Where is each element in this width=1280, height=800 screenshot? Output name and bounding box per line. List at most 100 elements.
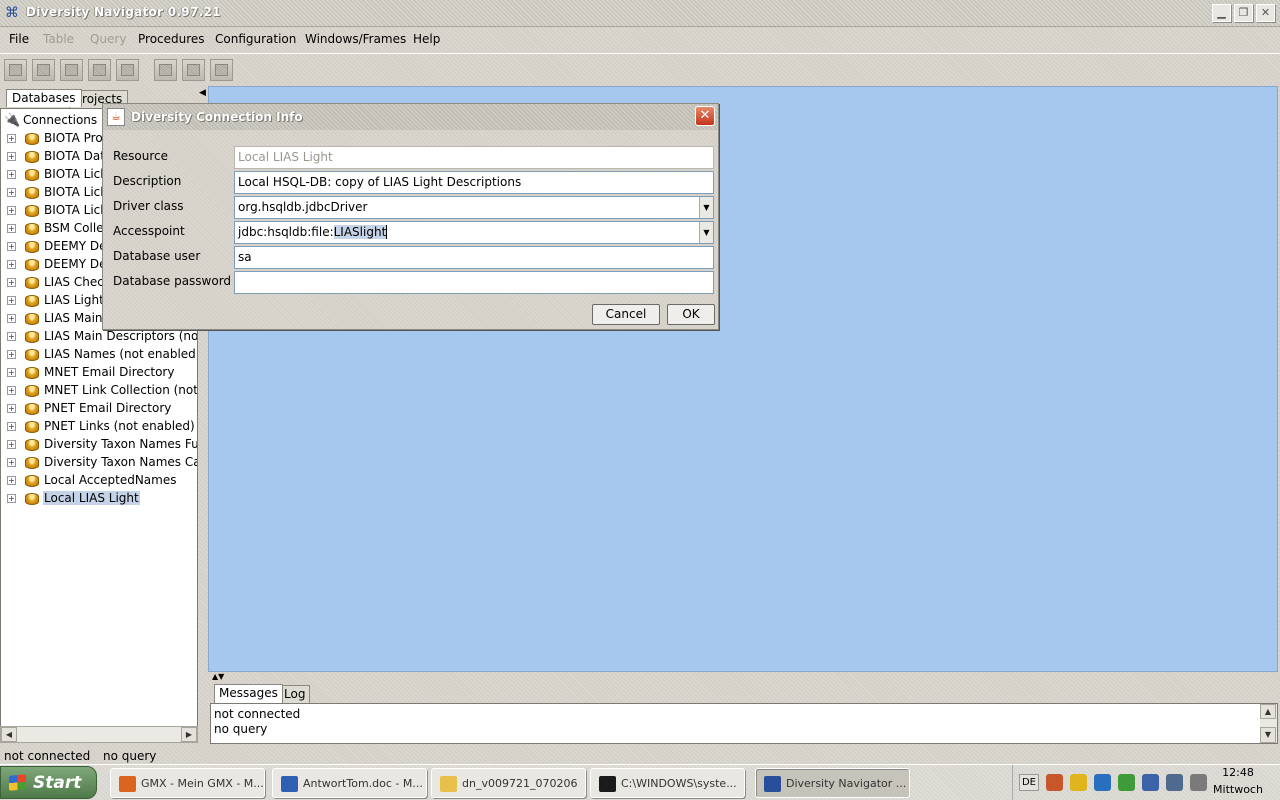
toolbar-button-6[interactable]	[154, 59, 177, 81]
scroll-left-icon[interactable]: ◀	[1, 727, 17, 742]
tree-item-connection[interactable]: + LIAS Main Descriptors (not e	[1, 328, 197, 346]
database-icon	[25, 439, 39, 451]
expand-icon[interactable]: +	[7, 134, 16, 143]
menubar: File Table Query Procedures Configuratio…	[0, 28, 1280, 52]
expand-icon[interactable]: +	[7, 296, 16, 305]
expand-icon[interactable]: +	[7, 152, 16, 161]
message-line: not connected	[214, 707, 301, 721]
taskbar-task[interactable]: dn_v009721_070206	[431, 768, 586, 798]
expand-icon[interactable]: +	[7, 206, 16, 215]
tree-item-connection[interactable]: + LIAS Names (not enabled)	[1, 346, 197, 364]
taskbar-task[interactable]: C:\WINDOWS\syste...	[590, 768, 745, 798]
toolbar-button-2[interactable]	[32, 59, 55, 81]
expand-icon[interactable]: +	[7, 458, 16, 467]
menu-file[interactable]: File	[9, 32, 29, 46]
expand-icon[interactable]: +	[7, 404, 16, 413]
database-user-field[interactable]: sa	[234, 246, 714, 269]
expand-icon[interactable]: +	[7, 440, 16, 449]
menu-windows-frames[interactable]: Windows/Frames	[305, 32, 406, 46]
taskbar-task[interactable]: Diversity Navigator ...	[755, 768, 910, 798]
expand-icon[interactable]: +	[7, 332, 16, 341]
dialog-titlebar[interactable]: ☕ Diversity Connection Info ✕	[103, 104, 718, 130]
toolbar-button-1[interactable]	[4, 59, 27, 81]
toolbar-button-3[interactable]	[60, 59, 83, 81]
expand-icon[interactable]: +	[7, 170, 16, 179]
taskbar-task[interactable]: AntwortTom.doc - M...	[272, 768, 427, 798]
driver-class-combobox[interactable]: org.hsqldb.jdbcDriver ▼	[234, 196, 714, 219]
tree-item-connection[interactable]: + MNET Email Directory	[1, 364, 197, 382]
accesspoint-value-selected: LIASlight	[333, 225, 387, 239]
monitor-icon[interactable]	[1166, 774, 1183, 791]
expand-icon[interactable]: +	[7, 476, 16, 485]
driver-class-value: org.hsqldb.jdbcDriver	[238, 200, 368, 214]
toolbar-button-7[interactable]	[182, 59, 205, 81]
clock[interactable]: 12:48 Mittwoch	[1208, 766, 1268, 796]
expand-icon[interactable]: +	[7, 314, 16, 323]
tab-log[interactable]: Log	[279, 685, 311, 704]
splitter-arrows-icon[interactable]: ▲▼	[212, 672, 224, 681]
chevron-down-icon[interactable]: ▼	[699, 222, 713, 243]
back-arrow-icon[interactable]	[1046, 774, 1063, 791]
tree-horizontal-scrollbar[interactable]: ◀ ▶	[0, 726, 198, 743]
description-field[interactable]: Local HSQL-DB: copy of LIAS Light Descri…	[234, 171, 714, 194]
chevron-down-icon[interactable]: ▼	[699, 197, 713, 218]
database-icon	[25, 313, 39, 325]
menu-procedures[interactable]: Procedures	[138, 32, 205, 46]
minimize-icon[interactable]: ▁	[1212, 4, 1231, 22]
accesspoint-combobox[interactable]: jdbc:hsqldb:file:LIASlight ▼	[234, 221, 714, 244]
menu-help[interactable]: Help	[413, 32, 440, 46]
language-indicator[interactable]: DE	[1019, 774, 1039, 791]
tree-item-connection[interactable]: + PNET Links (not enabled)	[1, 418, 197, 436]
database-password-label: Database password	[113, 274, 232, 288]
ok-button[interactable]: OK	[667, 304, 715, 325]
security-shield-icon[interactable]	[1070, 774, 1087, 791]
expand-icon[interactable]: +	[7, 368, 16, 377]
window-titlebar[interactable]: ⌘ Diversity Navigator 0.97.21 ▁ ❐ ✕	[0, 0, 1280, 27]
expand-icon[interactable]: +	[7, 188, 16, 197]
close-icon[interactable]: ✕	[1256, 4, 1275, 22]
restore-icon[interactable]: ❐	[1234, 4, 1253, 22]
scroll-up-icon[interactable]: ▲	[1260, 704, 1276, 719]
toolbar-button-5[interactable]	[116, 59, 139, 81]
menu-table[interactable]: Table	[43, 32, 74, 46]
scroll-down-icon[interactable]: ▼	[1260, 727, 1276, 743]
database-icon	[25, 367, 39, 379]
tree-item-label: BSM Collec	[44, 221, 111, 235]
toolbar-button-4[interactable]	[88, 59, 111, 81]
messages-vertical-scrollbar[interactable]: ▲ ▼	[1260, 704, 1277, 743]
tree-item-connection[interactable]: + Local AcceptedNames	[1, 472, 197, 490]
cancel-button[interactable]: Cancel	[592, 304, 660, 325]
resource-label: Resource	[113, 149, 169, 163]
menu-configuration[interactable]: Configuration	[215, 32, 296, 46]
expand-icon[interactable]: +	[7, 422, 16, 431]
tree-item-connection[interactable]: + Diversity Taxon Names Cach	[1, 454, 197, 472]
expand-icon[interactable]: +	[7, 350, 16, 359]
toolbar-button-8[interactable]	[210, 59, 233, 81]
expand-icon[interactable]: +	[7, 278, 16, 287]
expand-icon[interactable]: +	[7, 224, 16, 233]
tree-item-connection[interactable]: + MNET Link Collection (not e	[1, 382, 197, 400]
tab-databases[interactable]: Databases	[6, 89, 82, 107]
horizontal-splitter[interactable]: ▲▼	[208, 672, 1278, 681]
start-button[interactable]: Start	[0, 766, 97, 799]
tree-item-connection[interactable]: + Diversity Taxon Names Fung	[1, 436, 197, 454]
network-app-icon: ⌘	[5, 5, 19, 21]
dialog-close-icon[interactable]: ✕	[695, 106, 715, 126]
scroll-right-icon[interactable]: ▶	[181, 727, 197, 742]
menu-query[interactable]: Query	[90, 32, 126, 46]
expand-icon[interactable]: +	[7, 242, 16, 251]
expand-icon[interactable]: +	[7, 494, 16, 503]
taskbar-task[interactable]: GMX - Mein GMX - M...	[110, 768, 265, 798]
expand-icon[interactable]: +	[7, 260, 16, 269]
tab-messages[interactable]: Messages	[214, 684, 283, 703]
search-magnifier-icon[interactable]	[1094, 774, 1111, 791]
tree-item-connection[interactable]: + Local LIAS Light	[1, 490, 197, 508]
speaker-icon[interactable]	[1190, 774, 1207, 791]
tree-item-label: PNET Links (not enabled)	[44, 419, 195, 433]
database-password-field[interactable]	[234, 271, 714, 294]
network-globe-icon[interactable]	[1118, 774, 1135, 791]
bars-icon[interactable]	[1142, 774, 1159, 791]
tree-item-connection[interactable]: + PNET Email Directory	[1, 400, 197, 418]
expand-icon[interactable]: +	[7, 386, 16, 395]
collapse-arrow-icon[interactable]: ◀	[199, 88, 206, 98]
